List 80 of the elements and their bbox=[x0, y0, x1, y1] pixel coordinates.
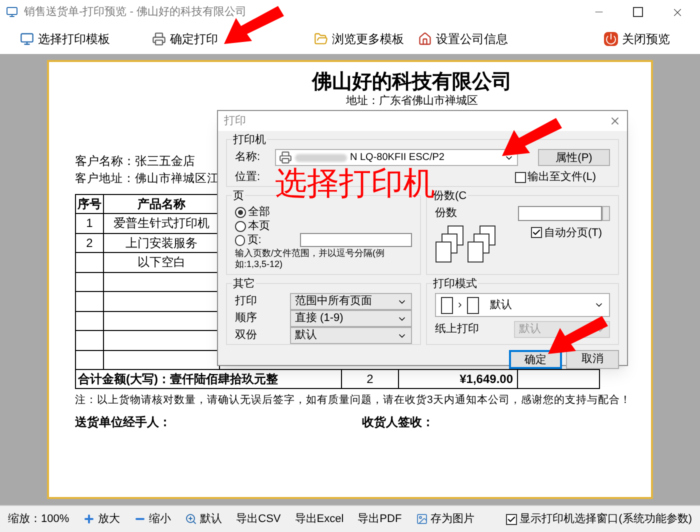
window-title: 销售送货单-打印预览 - 佛山好的科技有限公司 bbox=[24, 4, 246, 20]
signature-label: 收货人签收： bbox=[362, 414, 434, 431]
dialog-title: 打印 bbox=[224, 114, 246, 129]
checkbox-label: 显示打印机选择窗口(系统功能参数) bbox=[520, 512, 692, 527]
collate-drawing bbox=[467, 224, 497, 262]
dialog-button[interactable]: 确定 bbox=[509, 350, 562, 369]
mode-dropdown[interactable]: 默认 bbox=[435, 293, 610, 317]
field-label: 双份 bbox=[235, 328, 257, 344]
toolbar-button[interactable]: 浏览更多模板 bbox=[314, 30, 404, 48]
printer-dropdown[interactable]: N LQ-80KFII ESC/P2 bbox=[275, 149, 518, 166]
status-button[interactable]: 导出PDF bbox=[358, 510, 402, 528]
note: 注：以上货物请核对数量，请确认无误后签字，如有质量问题，请在收货3天内通知本公司，感谢您的支持与配合！ bbox=[75, 393, 631, 408]
status-button[interactable]: 默认 bbox=[185, 510, 222, 528]
checkbox[interactable] bbox=[530, 227, 542, 238]
dialog-button[interactable]: 取消 bbox=[566, 350, 619, 369]
printer-icon bbox=[152, 32, 166, 46]
radio-button[interactable] bbox=[235, 234, 246, 246]
status-button[interactable]: 放大 bbox=[83, 510, 120, 528]
status-button[interactable]: 缩小 bbox=[134, 510, 172, 528]
field-label: 份数 bbox=[435, 206, 457, 221]
field-label: 顺序 bbox=[235, 310, 257, 326]
toolbar-button[interactable]: 设置公司信息 bbox=[418, 30, 508, 48]
customer-name: 客户名称：张三五金店 bbox=[75, 153, 195, 170]
status-button[interactable]: 导出Excel bbox=[294, 510, 344, 528]
zoom-level: 缩放：100% bbox=[8, 512, 70, 527]
field-label: 位置: bbox=[235, 170, 260, 185]
radio-label: 页: bbox=[247, 232, 262, 248]
dropdown[interactable]: 直接 (1-9) bbox=[290, 310, 412, 327]
status-button[interactable]: 存为图片 bbox=[416, 510, 475, 528]
house-icon bbox=[418, 32, 432, 46]
properties-button[interactable]: 属性(P) bbox=[538, 149, 610, 166]
customer-address: 客户地址：佛山市禅城区江 bbox=[75, 171, 219, 187]
app-icon bbox=[6, 6, 18, 18]
image-icon bbox=[416, 513, 428, 525]
copies-field[interactable] bbox=[518, 206, 602, 221]
check-icon bbox=[532, 228, 541, 238]
dropdown[interactable]: 范围中所有页面 bbox=[290, 293, 412, 310]
hint-text: 输入页数/文件范围，并以逗号分隔(例如:1,3,5-12) bbox=[235, 248, 386, 270]
blurred-text bbox=[295, 154, 347, 162]
status-button[interactable]: 导出CSV bbox=[236, 510, 281, 528]
monitor-icon bbox=[20, 32, 34, 46]
total-quantity: 2 bbox=[342, 370, 399, 389]
annotation-arrow bbox=[224, 6, 284, 44]
annotation-arrow bbox=[548, 316, 608, 354]
folder-icon bbox=[314, 32, 328, 46]
printer-icon bbox=[279, 151, 292, 164]
annotation-text: 选择打印机 bbox=[275, 164, 435, 202]
checkbox[interactable] bbox=[506, 514, 517, 524]
radio-button[interactable] bbox=[235, 206, 246, 218]
page-icon bbox=[441, 296, 453, 314]
company-address: 地址：广东省佛山市禅城区 bbox=[346, 94, 478, 108]
field-label: 打印 bbox=[235, 294, 257, 310]
field-label: 名称: bbox=[235, 150, 262, 166]
group-title: 份数(C bbox=[432, 188, 468, 204]
plus-icon bbox=[83, 513, 96, 525]
total-amount: ¥1,649.00 bbox=[399, 370, 518, 389]
checkbox[interactable] bbox=[514, 172, 526, 183]
column-header: 序号 bbox=[76, 195, 104, 214]
page-icon bbox=[467, 296, 479, 314]
field-label: 纸上打印 bbox=[435, 322, 479, 338]
table-cell: 2 bbox=[76, 234, 104, 253]
magnifier-icon bbox=[185, 513, 198, 525]
checkbox-label: 自动分页(T) bbox=[544, 226, 602, 240]
checkbox-label: 输出至文件(L) bbox=[528, 170, 596, 185]
table-cell: 1 bbox=[76, 214, 104, 234]
maximize-icon[interactable] bbox=[633, 7, 643, 17]
radio-label: 全部 bbox=[248, 204, 271, 220]
toolbar-button[interactable]: 关闭预览 bbox=[604, 30, 670, 48]
company-title: 佛山好的科技有限公司 bbox=[310, 68, 513, 94]
signature-label: 送货单位经手人： bbox=[75, 414, 172, 431]
total-label: 合计金额(大写)：壹仟陆佰肆拾玖元整 bbox=[76, 370, 342, 389]
toolbar-button[interactable]: 确定打印 bbox=[152, 30, 218, 48]
toolbar-button[interactable]: 选择打印模板 bbox=[20, 30, 110, 48]
dropdown[interactable]: 默认 bbox=[290, 327, 412, 344]
check-icon bbox=[506, 514, 516, 524]
page-range-field[interactable] bbox=[300, 233, 412, 247]
radio-label: 本页 bbox=[248, 218, 271, 234]
collate-drawing bbox=[435, 224, 465, 262]
power-icon bbox=[604, 32, 618, 46]
radio-button[interactable] bbox=[235, 220, 246, 232]
